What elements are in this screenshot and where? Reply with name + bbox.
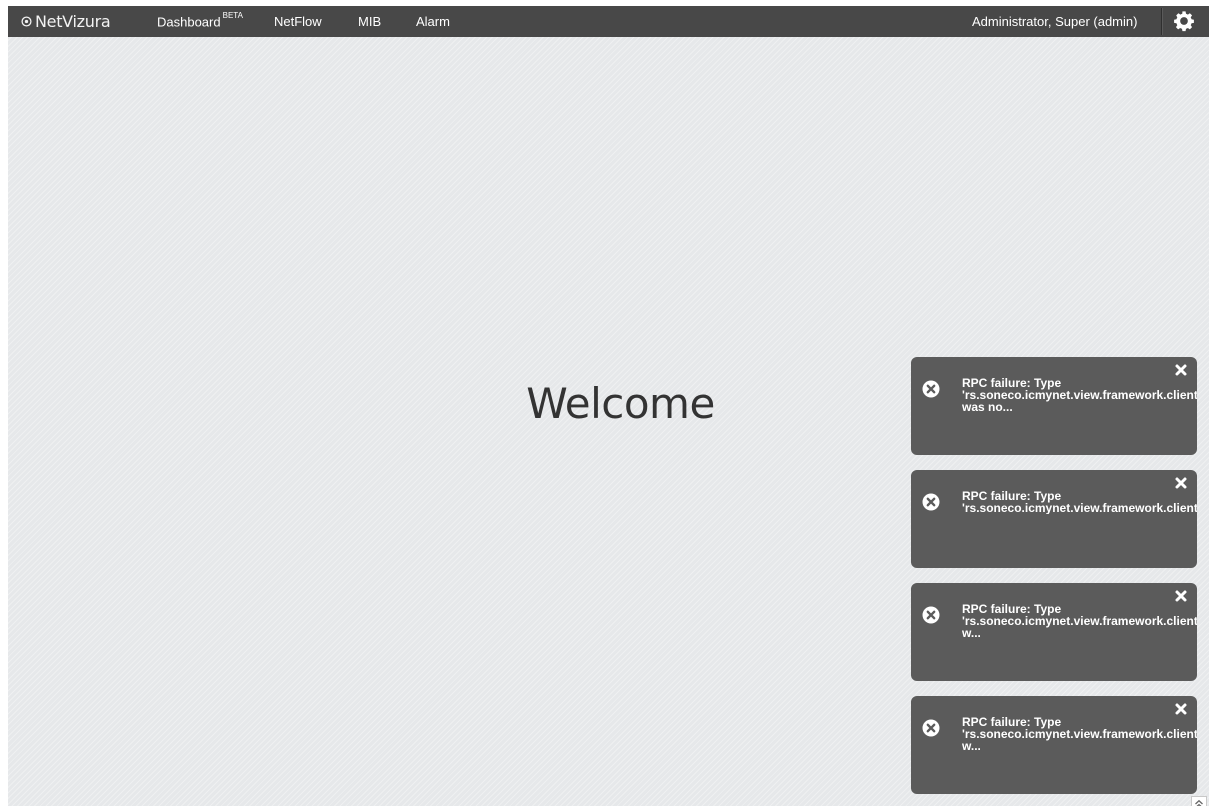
nav-mib[interactable]: MIB (358, 14, 381, 29)
error-notification[interactable]: RPC failure: Type 'rs.soneco.icmynet.vie… (911, 583, 1197, 681)
logo-text: NetVizura (35, 11, 111, 31)
error-icon (922, 380, 940, 398)
notification-message: RPC failure: Type 'rs.soneco.icmynet.vie… (962, 490, 1197, 514)
target-icon (21, 15, 32, 27)
user-menu[interactable]: Administrator, Super (admin) (972, 14, 1137, 29)
notification-message: RPC failure: Type 'rs.soneco.icmynet.vie… (962, 377, 1197, 413)
logo[interactable]: NetVizura (21, 11, 111, 31)
error-notification[interactable]: RPC failure: Type 'rs.soneco.icmynet.vie… (911, 470, 1197, 568)
error-notification[interactable]: RPC failure: Type 'rs.soneco.icmynet.vie… (911, 357, 1197, 455)
notification-message: RPC failure: Type 'rs.soneco.icmynet.vie… (962, 716, 1197, 752)
notification-message: RPC failure: Type 'rs.soneco.icmynet.vie… (962, 603, 1197, 639)
close-icon[interactable] (1174, 589, 1188, 603)
error-notification[interactable]: RPC failure: Type 'rs.soneco.icmynet.vie… (911, 696, 1197, 794)
nav-netflow-label: NetFlow (274, 14, 322, 29)
nav-alarm-label: Alarm (416, 14, 450, 29)
nav-netflow[interactable]: NetFlow (274, 14, 322, 29)
gear-icon[interactable] (1173, 10, 1195, 32)
topbar-divider (1161, 8, 1163, 35)
nav-dashboard-label: Dashboard (157, 14, 221, 30)
close-icon[interactable] (1174, 702, 1188, 716)
close-icon[interactable] (1174, 363, 1188, 377)
top-navigation-bar: NetVizura Dashboard BETA NetFlow MIB Alar… (8, 6, 1209, 37)
nav-alarm[interactable]: Alarm (416, 14, 450, 29)
error-icon (922, 719, 940, 737)
error-icon (922, 606, 940, 624)
beta-badge: BETA (222, 11, 243, 20)
scroll-to-top-button[interactable] (1191, 796, 1207, 806)
nav-dashboard[interactable]: Dashboard BETA (157, 11, 243, 30)
error-icon (922, 493, 940, 511)
close-icon[interactable] (1174, 476, 1188, 490)
app-frame: NetVizura Dashboard BETA NetFlow MIB Alar… (8, 6, 1209, 806)
double-chevron-up-icon (1195, 799, 1203, 806)
nav-mib-label: MIB (358, 14, 382, 29)
